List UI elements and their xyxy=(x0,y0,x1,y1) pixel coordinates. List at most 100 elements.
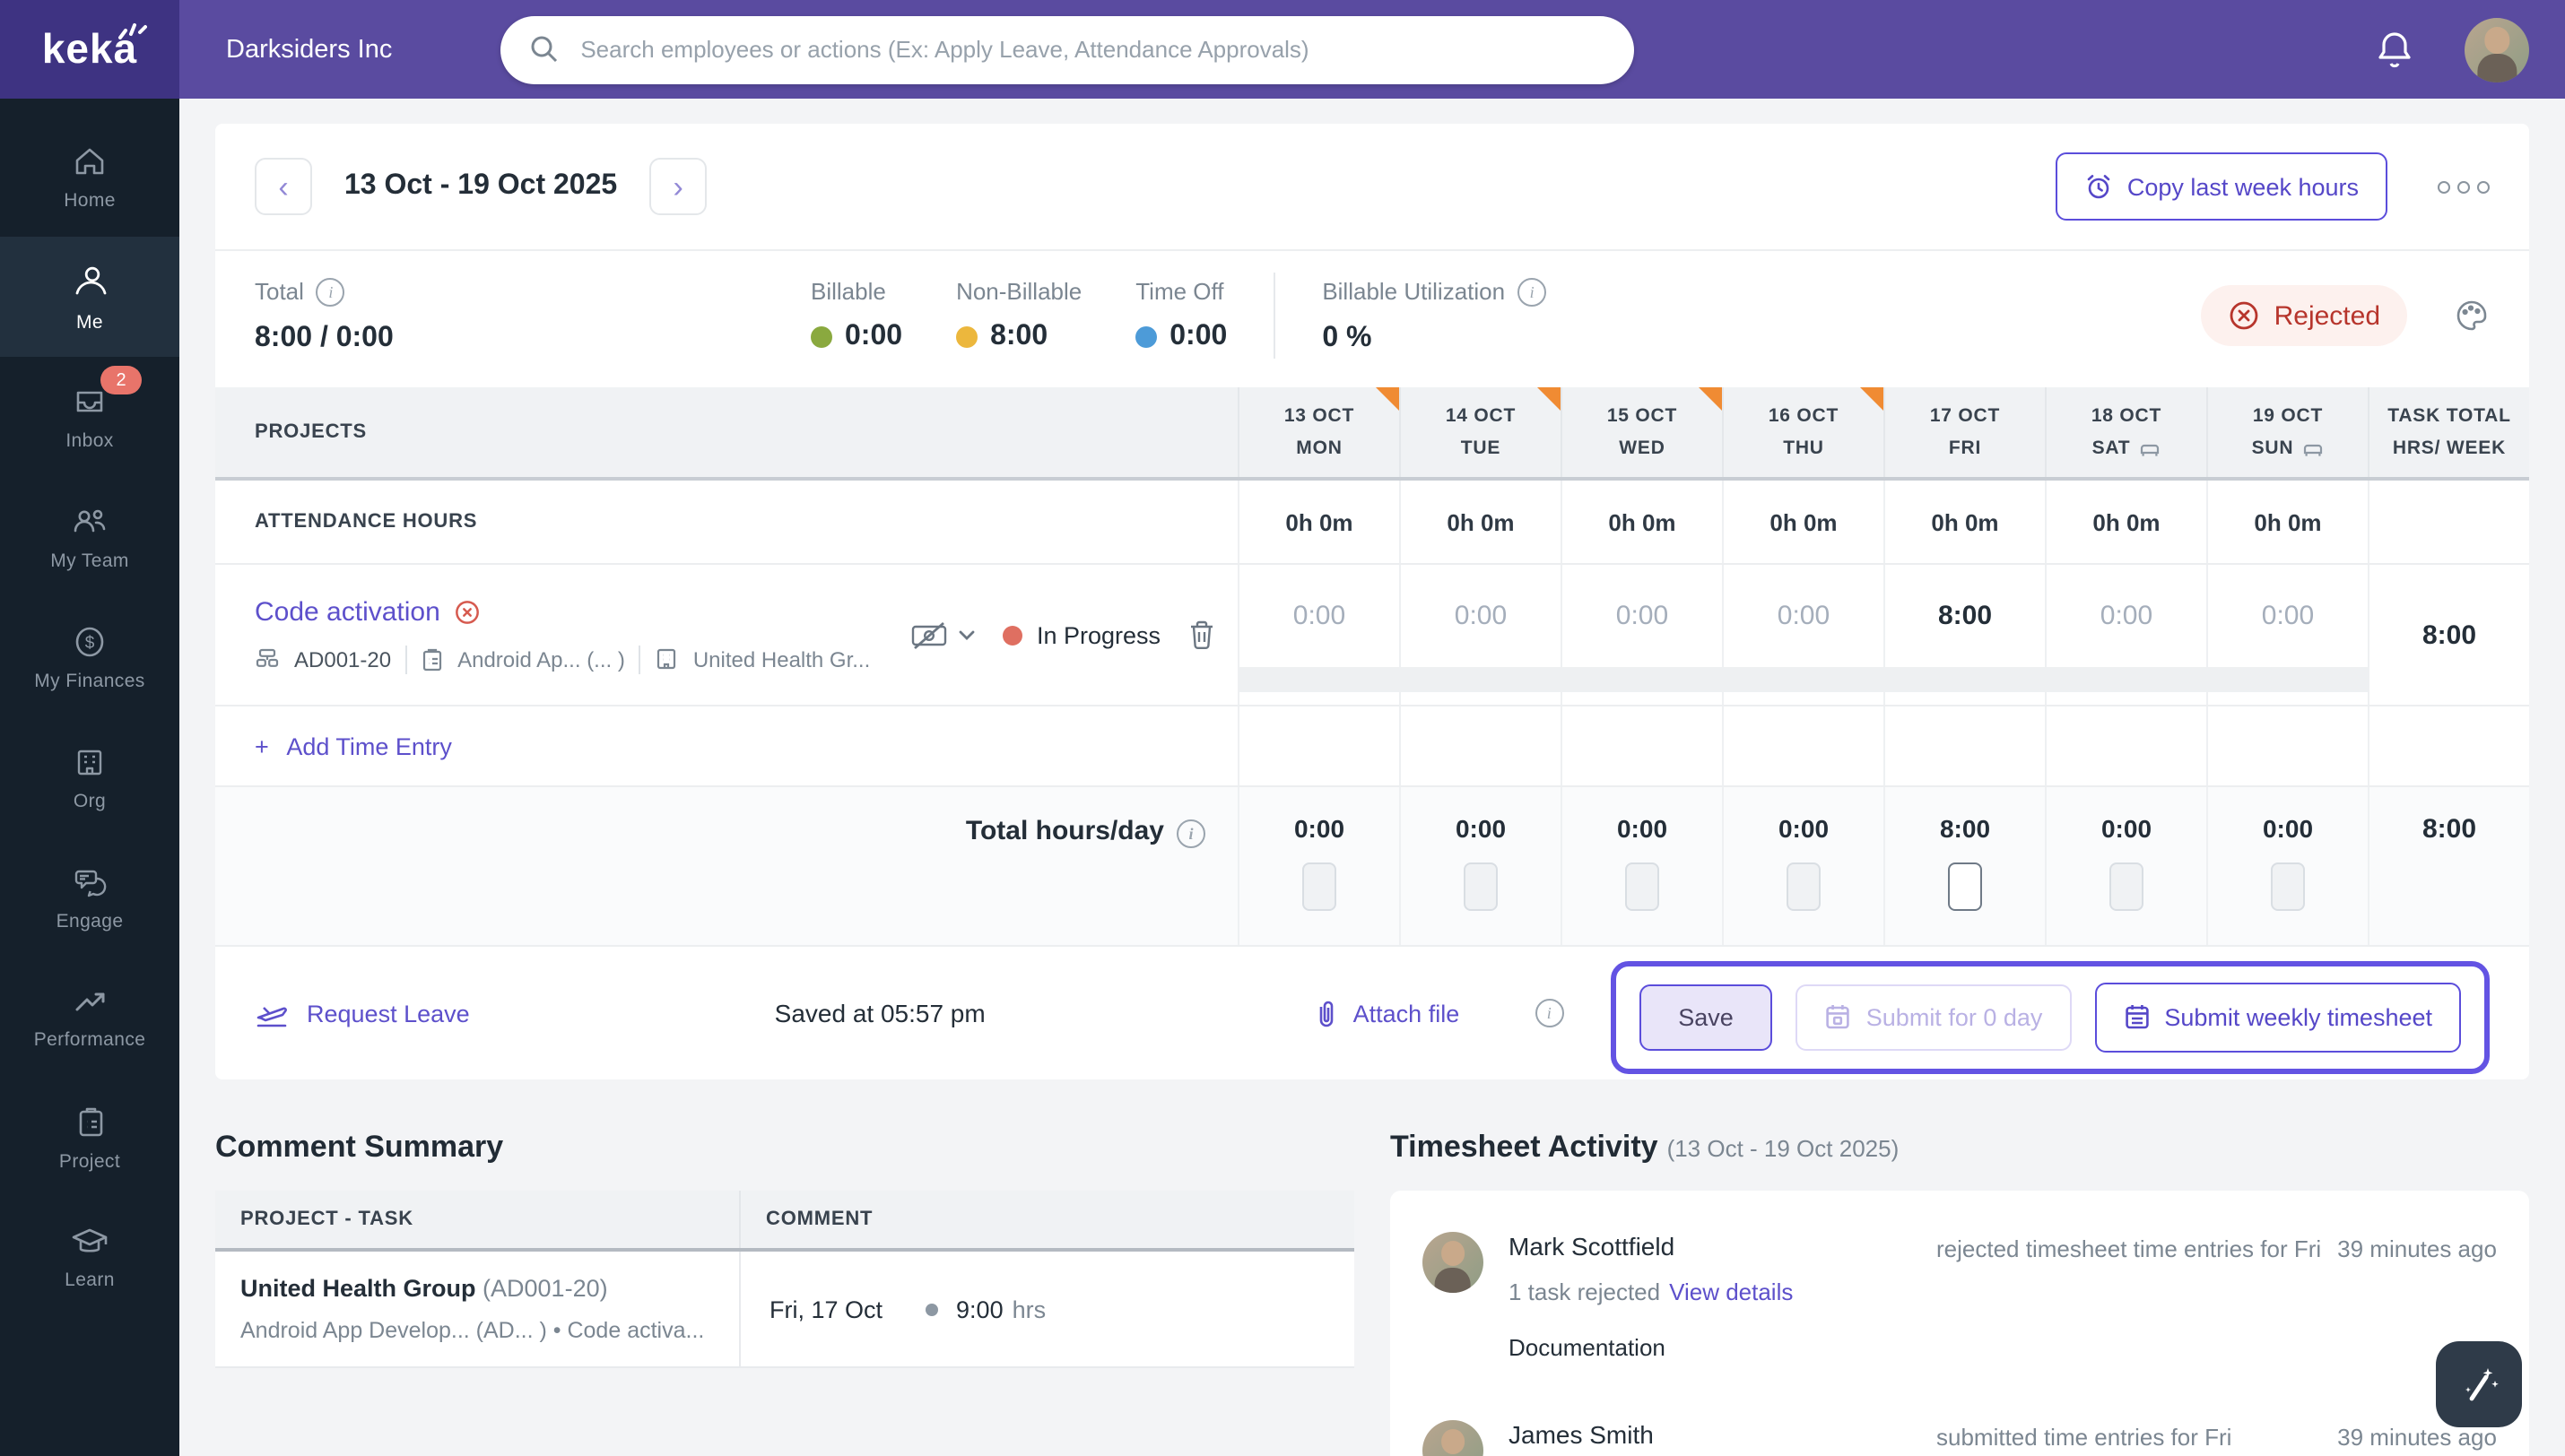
day-approval-checkbox[interactable] xyxy=(2109,862,2143,911)
learn-graduation-icon xyxy=(72,1228,108,1252)
attendance-value: 0h 0m xyxy=(2254,508,2322,535)
attach-file-button[interactable]: Attach file xyxy=(1316,998,1459,1028)
activity-action-text: submitted time entries for Fri xyxy=(1936,1424,2232,1451)
entry-strip xyxy=(2045,667,2208,692)
delete-task-icon[interactable] xyxy=(1187,619,1216,651)
day-approval-checkbox[interactable] xyxy=(1302,862,1336,911)
add-entry-row: + Add Time Entry xyxy=(215,706,2529,787)
project-task-column-header: PROJECT - TASK xyxy=(240,1209,413,1230)
task-actions: In Progress xyxy=(909,619,1216,651)
time-entry-cell[interactable]: 0:00 xyxy=(1239,565,1399,667)
keka-logo[interactable]: keka xyxy=(0,0,179,99)
attach-info-icon[interactable]: i xyxy=(1535,999,1564,1027)
global-search[interactable] xyxy=(500,15,1634,83)
paperclip-icon xyxy=(1320,1000,1334,1027)
week-navigation: ‹ 13 Oct - 19 Oct 2025 › Copy last week … xyxy=(215,124,2529,249)
assistant-fab-button[interactable] xyxy=(2436,1341,2522,1427)
entry-strip xyxy=(1238,667,1401,692)
sidebar-item-my-finances[interactable]: $ My Finances xyxy=(0,597,179,717)
utilization-info-icon[interactable]: i xyxy=(1517,277,1547,306)
attendance-value: 0h 0m xyxy=(1931,508,1999,535)
engage-chat-icon xyxy=(74,869,106,897)
task-title-link[interactable]: Code activation xyxy=(255,596,888,627)
home-icon xyxy=(75,147,104,174)
time-entry-cell[interactable]: 0:00 xyxy=(1724,565,1883,667)
entry-strip xyxy=(2206,667,2369,692)
request-leave-button[interactable]: Request Leave xyxy=(255,998,470,1028)
svg-text:$: $ xyxy=(85,633,95,652)
sidebar-item-learn[interactable]: Learn xyxy=(0,1198,179,1318)
time-entry-cell[interactable]: 0:00 xyxy=(2047,565,2206,667)
timesheet-table-header: PROJECTS 13 OCT MON 14 OCT TUE 15 OCT WED 1… xyxy=(215,387,2529,481)
day-header-fri: 17 OCT FRI xyxy=(1883,387,2045,477)
attendance-value: 0h 0m xyxy=(1447,508,1515,535)
submit-weekly-timesheet-button[interactable]: Submit weekly timesheet xyxy=(2094,982,2461,1052)
day-approval-checkbox[interactable] xyxy=(1625,862,1659,911)
time-entry-cell[interactable]: 0:00 xyxy=(1401,565,1561,667)
more-options-button[interactable] xyxy=(2438,180,2490,193)
entry-strip xyxy=(1883,667,2047,692)
sidebar-item-inbox[interactable]: 2 Inbox xyxy=(0,357,179,477)
in-progress-dot xyxy=(1002,625,1022,645)
color-palette-icon[interactable] xyxy=(2454,298,2490,334)
day-approval-checkbox-selected[interactable] xyxy=(1948,862,1982,911)
sidebar-item-performance[interactable]: Performance xyxy=(0,958,179,1078)
divider xyxy=(1274,273,1276,359)
time-entry-cell[interactable]: 0:00 xyxy=(1562,565,1722,667)
sidebar-item-me[interactable]: Me xyxy=(0,237,179,357)
attendance-value: 0h 0m xyxy=(1608,508,1676,535)
entry-strip xyxy=(1561,667,1724,692)
sidebar: Home Me 2 Inbox My Team $ My Finances Or… xyxy=(0,99,179,1456)
user-avatar[interactable] xyxy=(2465,17,2529,82)
save-button[interactable]: Save xyxy=(1639,984,1773,1050)
view-details-link[interactable]: View details xyxy=(1669,1278,1793,1305)
search-icon xyxy=(530,36,557,63)
activity-card: Mark Scottfield 1 task rejected View deta… xyxy=(1390,1191,2529,1456)
timesheet-card: ‹ 13 Oct - 19 Oct 2025 › Copy last week … xyxy=(215,124,2529,1079)
billable-dot xyxy=(811,326,832,348)
task-status[interactable]: In Progress xyxy=(1002,621,1161,648)
timesheet-activity-heading: Timesheet Activity (13 Oct - 19 Oct 2025) xyxy=(1390,1130,1900,1164)
calendar-icon xyxy=(2125,1005,2149,1029)
attendance-hours-label: ATTENDANCE HOURS xyxy=(255,511,478,533)
status-badge-rejected: Rejected xyxy=(2200,285,2407,346)
day-approval-checkbox[interactable] xyxy=(2271,862,2305,911)
add-time-entry-button[interactable]: + Add Time Entry xyxy=(215,706,1238,785)
rejected-x-icon xyxy=(2230,301,2257,330)
attendance-value: 0h 0m xyxy=(1285,508,1353,535)
copy-last-week-hours-button[interactable]: Copy last week hours xyxy=(2055,152,2387,221)
previous-week-button[interactable]: ‹ xyxy=(255,158,312,215)
total-value: 8:00 / 0:00 xyxy=(255,322,394,352)
notifications-bell-icon[interactable] xyxy=(2375,29,2414,70)
attendance-value: 0h 0m xyxy=(1769,508,1838,535)
billable-toggle[interactable] xyxy=(909,620,976,650)
total-info-icon[interactable]: i xyxy=(316,277,345,306)
topbar: keka Darksiders Inc xyxy=(0,0,2565,99)
time-entry-cell[interactable]: 8:00 xyxy=(1885,565,2045,667)
search-input[interactable] xyxy=(577,34,1605,65)
non-billable-dot xyxy=(956,326,978,348)
task-clipboard-icon xyxy=(422,647,442,671)
sidebar-item-engage[interactable]: Engage xyxy=(0,837,179,958)
submit-for-day-button[interactable]: Submit for 0 day xyxy=(1796,984,2072,1050)
project-code-icon xyxy=(256,648,279,667)
day-approval-checkbox[interactable] xyxy=(1464,862,1498,911)
total-hours-info-icon[interactable]: i xyxy=(1177,819,1205,848)
sidebar-item-home[interactable]: Home xyxy=(0,117,179,237)
entry-strip xyxy=(1722,667,1885,692)
timesheet-activity-section: Timesheet Activity (13 Oct - 19 Oct 2025)… xyxy=(1390,1126,2529,1456)
day-header-wed: 15 OCT WED xyxy=(1561,387,1722,477)
day-approval-checkbox[interactable] xyxy=(1787,862,1821,911)
entry-strip xyxy=(1399,667,1562,692)
billable-utilization-stat: Billable Utilization i 0 % xyxy=(1322,277,1547,354)
bullet-dot xyxy=(926,1303,939,1315)
task-week-total: 8:00 xyxy=(2368,565,2529,705)
sidebar-item-my-team[interactable]: My Team xyxy=(0,477,179,597)
client-building-icon xyxy=(657,648,676,670)
activity-action-text: rejected timesheet time entries for Fri xyxy=(1936,1235,2322,1262)
sidebar-item-project[interactable]: Project xyxy=(0,1078,179,1198)
next-week-button[interactable]: › xyxy=(649,158,708,215)
time-entry-cell[interactable]: 0:00 xyxy=(2208,565,2368,667)
summary-bar: Total i 8:00 / 0:00 Billable 0:00 Non-Bil… xyxy=(215,251,2529,387)
sidebar-item-org[interactable]: Org xyxy=(0,717,179,837)
